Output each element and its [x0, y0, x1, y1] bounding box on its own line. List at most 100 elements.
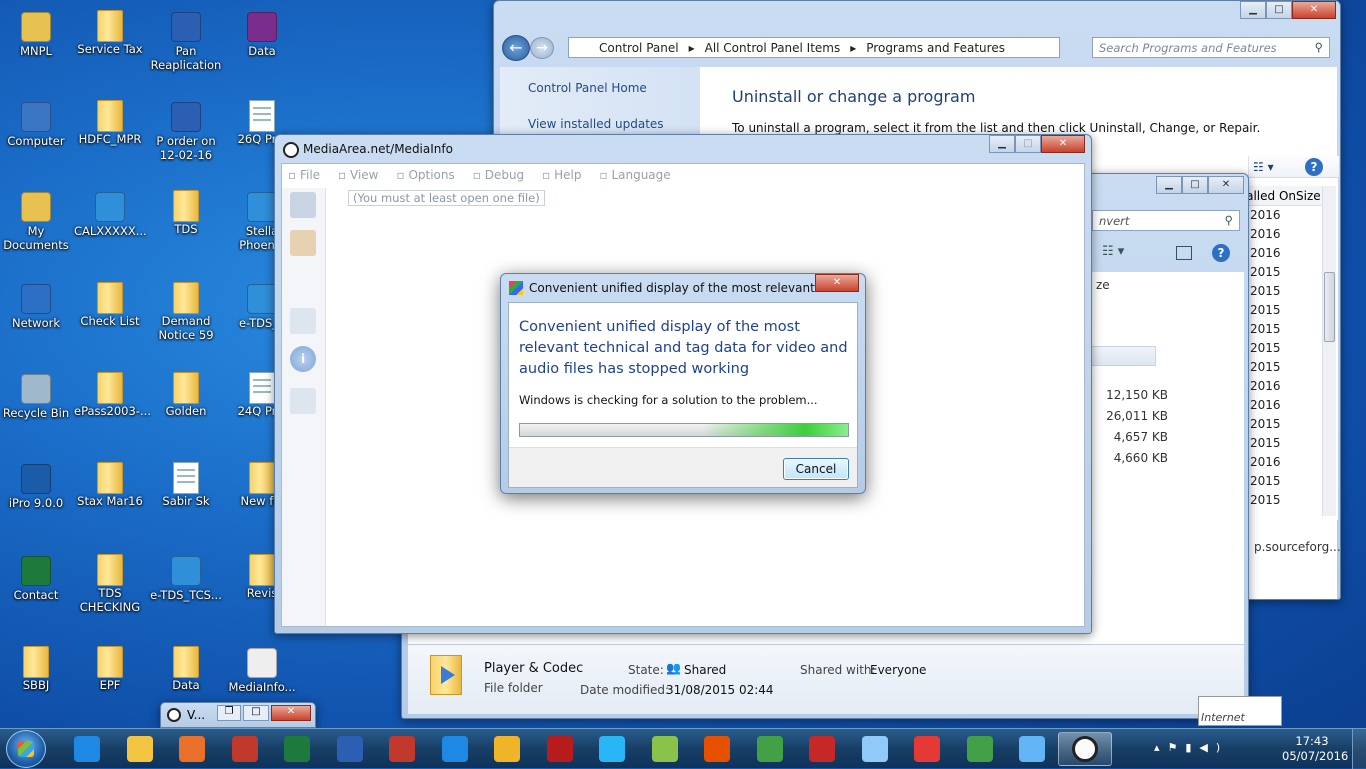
view-options-icon[interactable]: ☷ ▾ [1102, 244, 1124, 259]
col-installed-on[interactable]: Installed On [1248, 189, 1296, 203]
desktop-icon[interactable]: MNPL [0, 8, 72, 58]
info-icon[interactable]: i [290, 346, 316, 372]
desktop-icon[interactable]: ePass2003-... [74, 370, 151, 418]
taskbar-cross-tool-button[interactable] [638, 732, 692, 766]
cp-home-link[interactable]: Control Panel Home [528, 81, 647, 95]
help-icon[interactable]: ? [1212, 244, 1230, 262]
installed-updates-link[interactable]: View installed updates [528, 117, 664, 131]
search-placeholder: Search Programs and Features [1099, 41, 1277, 55]
menu-file[interactable]: ▫ File [288, 168, 320, 182]
taskbar-mediainfo-button[interactable] [1057, 732, 1112, 766]
back-button[interactable]: ← [502, 35, 530, 61]
desktop-icon[interactable]: Network [0, 280, 72, 330]
menu-language[interactable]: ▫ Language [599, 168, 670, 182]
taskbar-avn-button[interactable] [900, 732, 954, 766]
taskbar-excel-button[interactable] [270, 732, 324, 766]
desktop-icon[interactable]: TDS [150, 188, 222, 236]
menu-debug[interactable]: ▫ Debug [473, 168, 524, 182]
help-icon[interactable]: ? [1305, 158, 1323, 176]
desktop-icon[interactable]: e-TDS_TCS... [150, 552, 222, 602]
cp-scrollbar[interactable] [1322, 186, 1336, 516]
desktop-icon[interactable]: SBBJ [0, 644, 72, 692]
export-icon[interactable] [290, 388, 316, 414]
forward-button[interactable]: → [530, 37, 554, 59]
explorer-search-input[interactable]: nvert ⚲ [1092, 210, 1240, 231]
installed-date: 2016 [1250, 379, 1281, 393]
cancel-button[interactable]: Cancel [783, 458, 849, 480]
close-button[interactable]: ✕ [1041, 135, 1085, 153]
taskbar-explorer-button[interactable] [113, 732, 167, 766]
detail-name: Player & Codec [484, 661, 584, 676]
menu-help[interactable]: ▫ Help [542, 168, 581, 182]
breadcrumb-2[interactable]: Programs and Features [866, 41, 1005, 55]
minimize-button[interactable]: ▁ [1240, 1, 1266, 19]
taskbar-acrobat-reader-button[interactable] [795, 732, 849, 766]
minimize-button[interactable]: ▁ [989, 135, 1015, 153]
scroll-thumb[interactable] [1324, 272, 1335, 342]
desktop-icon[interactable]: Sabir Sk [150, 460, 222, 508]
start-button[interactable] [6, 730, 46, 768]
desktop-icon[interactable]: TDS CHECKING [74, 552, 146, 614]
network-icon [21, 284, 51, 314]
desktop-icon[interactable]: Data [226, 8, 298, 58]
taskbar-snowflake-button[interactable] [585, 732, 639, 766]
desktop-icon[interactable]: Service Tax [74, 8, 146, 56]
desktop-icon[interactable]: Contact [0, 552, 72, 602]
taskbar-acrobat-button[interactable] [375, 732, 429, 766]
search-input[interactable]: Search Programs and Features ⚲ [1092, 37, 1330, 58]
taskbar-notepad-button[interactable] [848, 732, 902, 766]
col-size[interactable]: Size [1296, 189, 1321, 203]
desktop-icon[interactable]: Check List [74, 280, 146, 328]
taskbar-tool-button[interactable] [533, 732, 587, 766]
desktop-icon[interactable]: Data [150, 644, 222, 692]
views-icon[interactable]: ☷ ▾ [1253, 160, 1274, 174]
desktop-icon[interactable]: Recycle Bin [0, 370, 72, 420]
desktop-icon[interactable]: P order on 12-02-16 [150, 98, 222, 162]
close-button[interactable]: ✕ [815, 274, 859, 292]
desktop-icon[interactable]: Demand Notice 59 [150, 280, 222, 342]
desktop-icon[interactable]: HDFC_MPR [74, 98, 146, 146]
breadcrumb-0[interactable]: Control Panel [599, 41, 679, 55]
menu-view[interactable]: ▫ View [338, 168, 378, 182]
col-size[interactable]: ze [1096, 278, 1110, 292]
tray-icons[interactable]: ▴⚑▮◀) [1154, 741, 1228, 754]
chevron-right-icon: ▸ [688, 40, 695, 55]
open-folder-icon[interactable] [290, 230, 316, 256]
open-file-icon[interactable] [290, 192, 316, 218]
desktop-icon[interactable]: Stax Mar16 [74, 460, 146, 508]
close-button[interactable]: ✕ [271, 705, 311, 721]
view-sheet-icon[interactable] [290, 308, 316, 334]
taskbar-control-panel-button[interactable] [1005, 732, 1059, 766]
desktop-icon[interactable]: EPF [74, 644, 146, 692]
minimize-button[interactable]: ▁ [1156, 176, 1182, 194]
show-desktop-button[interactable] [1352, 729, 1366, 769]
restore-button[interactable]: ❐ [217, 705, 241, 721]
maximize-button[interactable]: □ [1182, 176, 1208, 194]
taskbar-outlook-button[interactable] [480, 732, 534, 766]
desktop-icon[interactable]: Golden [150, 370, 222, 418]
taskbar-media-player-button[interactable] [165, 732, 219, 766]
maximize-button[interactable]: □ [1266, 1, 1292, 19]
close-button[interactable]: ✕ [1208, 176, 1244, 194]
preview-pane-icon[interactable] [1176, 246, 1192, 260]
desktop-icon[interactable]: CALXXXXX... [74, 188, 147, 238]
maximize-button[interactable]: □ [243, 705, 269, 721]
desktop-icon[interactable]: Computer [0, 98, 72, 148]
close-button[interactable]: ✕ [1292, 1, 1336, 19]
desktop-icon[interactable]: iPro 9.0.0 [0, 460, 72, 510]
address-bar[interactable]: Control Panel ▸ All Control Panel Items ▸ … [568, 37, 1060, 58]
mini-window: V... ❐ □ ✕ [160, 702, 316, 728]
clock[interactable]: 17:43 05/07/2016 [1282, 734, 1348, 764]
taskbar-word-button[interactable] [323, 732, 377, 766]
breadcrumb-1[interactable]: All Control Panel Items [705, 41, 841, 55]
menu-options[interactable]: ▫ Options [396, 168, 454, 182]
taskbar-ie-button[interactable] [60, 732, 114, 766]
taskbar-chrome-alt-button[interactable] [953, 732, 1007, 766]
taskbar-chrome-button[interactable] [743, 732, 797, 766]
desktop-icon[interactable]: My Documents [0, 188, 72, 252]
desktop-icon[interactable]: MediaInfo... [226, 644, 298, 694]
taskbar-tally-button[interactable] [218, 732, 272, 766]
taskbar-teamviewer-button[interactable] [428, 732, 482, 766]
taskbar-firefox-button[interactable] [690, 732, 744, 766]
desktop-icon[interactable]: Pan Reaplication [150, 8, 222, 72]
